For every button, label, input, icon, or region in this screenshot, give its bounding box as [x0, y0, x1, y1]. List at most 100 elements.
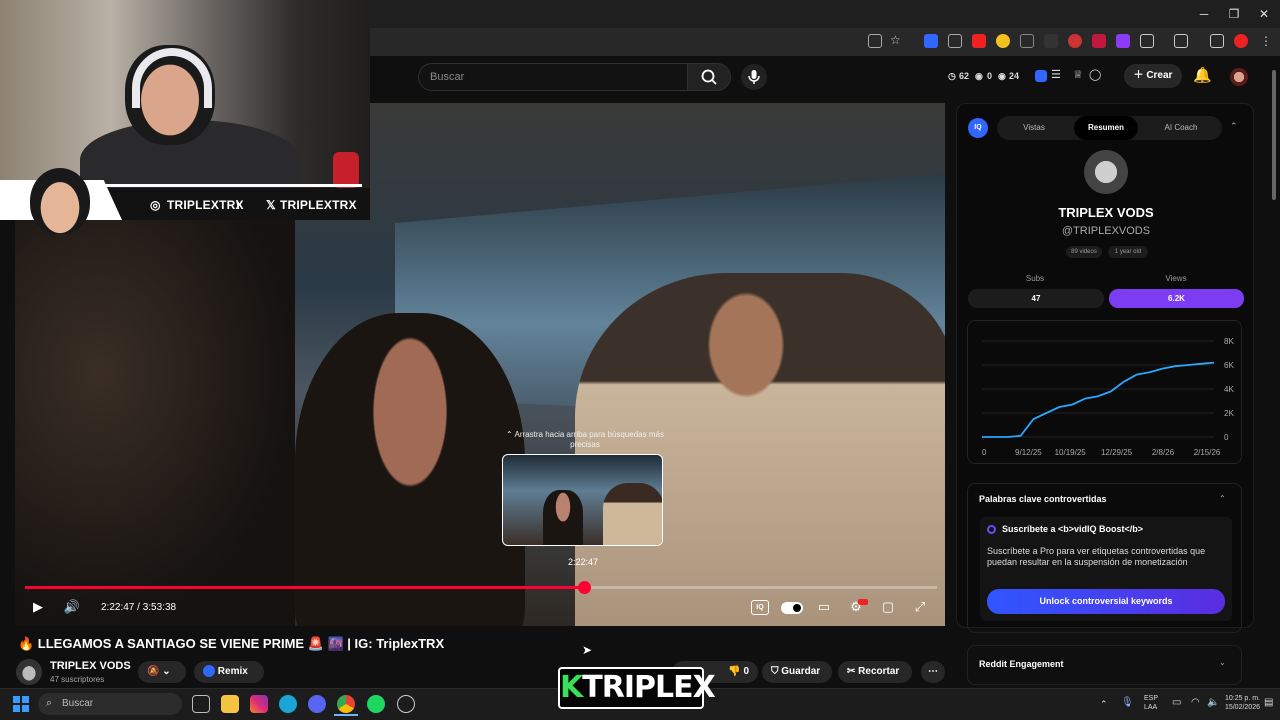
volume-icon[interactable]: 🔊	[62, 598, 82, 616]
eye-icon: ◉	[998, 71, 1006, 81]
profile-icon[interactable]	[1174, 34, 1188, 48]
preview-timestamp: 2:22:47	[567, 557, 599, 567]
subtitles-icon[interactable]: ▭	[814, 598, 834, 616]
subscribed-notifications-button[interactable]: 🔕 ⌄	[138, 661, 186, 683]
views-label: Views	[1165, 274, 1187, 283]
remix-button[interactable]: Remix ⌄	[194, 661, 264, 699]
close-window-button[interactable]: ✕	[1254, 6, 1274, 22]
views-icon: ◉	[975, 71, 983, 81]
fullscreen-icon[interactable]: ⤢	[910, 598, 930, 616]
search-button[interactable]	[687, 63, 731, 91]
vidiq-logo: IQ	[968, 118, 988, 138]
chart-x-tick: 9/12/25	[1015, 448, 1042, 457]
chat-icon[interactable]: ◯	[1089, 68, 1101, 81]
vidiq-extension-icon[interactable]	[924, 34, 938, 48]
wifi-icon[interactable]: ◠	[1191, 697, 1200, 708]
notifications-tray-icon[interactable]: ▤	[1264, 697, 1273, 708]
vidiq-player-icon[interactable]: IQ	[751, 600, 769, 615]
microphone-tray-icon[interactable]: 🎙	[1121, 697, 1134, 708]
discord-icon[interactable]	[308, 695, 326, 713]
notifications-bell-icon[interactable]: 🔔	[1193, 66, 1212, 84]
more-actions-button[interactable]: ⋯	[921, 661, 945, 683]
spotify-icon[interactable]	[367, 695, 385, 713]
boost-icon	[987, 525, 996, 534]
expand-chevron-icon[interactable]: ⌄	[1219, 658, 1226, 667]
collapse-chevron-icon[interactable]: ⌃	[1230, 121, 1238, 132]
extension-icon[interactable]	[1116, 34, 1130, 48]
unlock-keywords-button[interactable]: Unlock controversial keywords	[987, 589, 1225, 614]
search-input[interactable]: Buscar	[418, 63, 688, 91]
instagram-icon: ◎	[150, 198, 161, 212]
language-indicator[interactable]: ESP LAA	[1144, 694, 1158, 712]
drag-tip: ⌃ Arrastra hacia arriba para búsquedas m…	[506, 430, 664, 449]
seek-preview-thumbnail	[502, 454, 663, 546]
maximize-button[interactable]: ❐	[1224, 6, 1244, 22]
network-icon[interactable]: ▭	[1172, 697, 1181, 708]
clip-button[interactable]: ✂ Recortar	[838, 661, 912, 683]
menu-icon[interactable]	[1210, 34, 1224, 48]
mouse-cursor-icon: ➤	[582, 643, 593, 657]
progress-played	[25, 586, 585, 589]
video-blurred-arm	[15, 203, 295, 626]
chart-x-tick: 2/8/26	[1152, 448, 1175, 457]
channel-name[interactable]: TRIPLEX VODS	[50, 660, 131, 672]
instagram-app-icon[interactable]	[250, 695, 268, 713]
boost-title: Suscríbete a <b>vidIQ Boost</b>	[1002, 524, 1144, 534]
obs-icon[interactable]	[397, 695, 415, 713]
scrubber-handle[interactable]	[578, 581, 592, 594]
views-chart: 8K 6K 4K 2K 0 0 9/12/25 10/19/25 12/29/25 2/8/26 2…	[967, 320, 1242, 464]
extension-icon[interactable]	[1020, 34, 1034, 48]
triplex-logo-overlay: KTRIPLEX	[558, 667, 716, 709]
hd-badge	[858, 599, 868, 605]
save-button[interactable]: ⛉ Guardar	[762, 661, 832, 683]
extension-icon[interactable]	[972, 34, 986, 48]
create-label: Crear	[1146, 70, 1173, 81]
microphone-icon	[748, 70, 760, 84]
search-icon	[701, 69, 717, 85]
create-button[interactable]: ＋ Crear	[1124, 64, 1182, 88]
extension-icon[interactable]	[996, 34, 1010, 48]
chrome-icon[interactable]	[337, 695, 355, 713]
views-value[interactable]: 6.2K	[1109, 289, 1244, 308]
tab-ai-coach[interactable]: AI Coach	[1150, 116, 1212, 140]
clock[interactable]: 10:25 p. m. 15/02/2026	[1206, 694, 1260, 712]
cartoon-avatar	[30, 168, 90, 234]
subs-value[interactable]: 47	[968, 289, 1104, 308]
collapse-chevron-icon[interactable]: ⌃	[1219, 494, 1226, 503]
edge-icon[interactable]	[279, 695, 297, 713]
theater-mode-icon[interactable]: ▢	[878, 598, 898, 616]
x-handle: TRIPLEXTRX	[280, 198, 357, 212]
minimize-button[interactable]: ─	[1194, 6, 1214, 22]
play-button[interactable]: ▶	[28, 598, 48, 616]
logo-text: TRIPLEX	[582, 670, 715, 705]
puzzle-extensions-icon[interactable]	[1140, 34, 1154, 48]
stat-value: 62	[959, 71, 970, 81]
trophy-icon[interactable]: ♕	[1073, 68, 1083, 81]
page-scrollbar[interactable]	[1270, 60, 1278, 686]
windows-start-icon[interactable]	[13, 696, 29, 712]
taskbar-search[interactable]: Buscar	[38, 693, 182, 715]
tab-resumen[interactable]: Resumen	[1074, 116, 1138, 140]
file-explorer-icon[interactable]	[221, 695, 239, 713]
boost-description: Suscríbete a Pro para ver etiquetas cont…	[987, 546, 1206, 567]
task-view-icon[interactable]	[192, 695, 210, 713]
list-icon[interactable]: ☰	[1051, 68, 1061, 81]
autoplay-toggle[interactable]	[781, 602, 803, 614]
vidiq-icon[interactable]	[1035, 70, 1047, 82]
extension-icon[interactable]	[1092, 34, 1106, 48]
tray-chevron-icon[interactable]: ⌃	[1100, 699, 1108, 710]
kebab-menu-icon[interactable]: ⋮	[1260, 34, 1272, 48]
chart-x-tick: 12/29/25	[1101, 448, 1133, 457]
account-avatar[interactable]	[1230, 68, 1248, 86]
tab-vistas[interactable]: Vistas	[1004, 116, 1064, 140]
extension-icon[interactable]	[1044, 34, 1058, 48]
extension-icon[interactable]	[948, 34, 962, 48]
bookmark-star-icon[interactable]: ☆	[890, 33, 901, 47]
channel-avatar[interactable]	[16, 659, 42, 685]
cast-icon[interactable]	[868, 34, 882, 48]
reddit-title: Reddit Engagement	[979, 659, 1064, 669]
subs-label: Subs	[1025, 274, 1045, 283]
extension-icon[interactable]	[1234, 34, 1248, 48]
voice-search-button[interactable]	[741, 64, 767, 90]
extension-icon[interactable]	[1068, 34, 1082, 48]
